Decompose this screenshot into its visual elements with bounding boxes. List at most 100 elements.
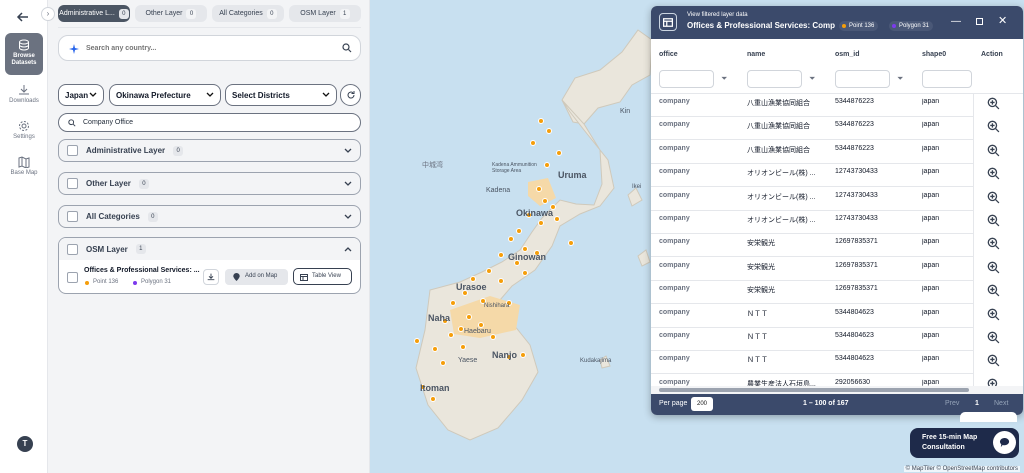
maximize-icon[interactable]	[976, 18, 983, 25]
table-view-button[interactable]: Table View	[293, 268, 352, 285]
zoom-in-icon[interactable]	[987, 378, 1000, 386]
zoom-in-icon[interactable]	[987, 167, 1000, 182]
filter-input-shape0[interactable]	[922, 70, 972, 88]
poi-marker[interactable]	[498, 278, 504, 284]
poi-marker[interactable]	[538, 118, 544, 124]
districts-select[interactable]: Select Districts	[225, 84, 337, 106]
poi-marker[interactable]	[448, 332, 454, 338]
collapse-panel-button[interactable]: ›	[41, 7, 55, 21]
table-row[interactable]: company 八重山漁業協同組合 5344876223 japan	[651, 141, 1000, 164]
poi-marker[interactable]	[530, 140, 536, 146]
zoom-in-icon[interactable]	[987, 284, 1000, 299]
layer-all-categories[interactable]: All Categories 0	[58, 205, 361, 228]
back-arrow-icon[interactable]	[16, 10, 30, 26]
poi-marker[interactable]	[554, 216, 560, 222]
chevron-down-icon[interactable]	[344, 181, 352, 187]
table-row[interactable]: company 安栄観光 12697835371 japan	[651, 234, 1000, 258]
poi-marker[interactable]	[440, 360, 446, 366]
tab-all-categories[interactable]: All Categories 0	[212, 5, 284, 22]
column-header-osm-id[interactable]: osm_id	[835, 51, 860, 58]
rail-browse-datasets[interactable]: Browse Datasets	[5, 33, 43, 75]
layer-checkbox[interactable]	[67, 243, 78, 255]
poi-marker[interactable]	[430, 396, 436, 402]
poi-marker[interactable]	[486, 268, 492, 274]
filter-icon[interactable]: ⏷	[897, 74, 903, 84]
horizontal-scrollbar[interactable]	[651, 386, 1023, 394]
poi-marker[interactable]	[544, 162, 550, 168]
rail-settings[interactable]: Settings	[5, 120, 43, 140]
scrollbar-thumb[interactable]	[659, 388, 969, 392]
table-row[interactable]: company 八重山漁業協同組合 5344876223 japan	[651, 117, 1000, 141]
filter-input-osm-id[interactable]	[835, 70, 890, 88]
table-row[interactable]: company オリオンビール(株) ... 12743730433 japan	[651, 164, 1000, 188]
table-row[interactable]: company 安栄観光 12697835371 japan	[651, 258, 1000, 281]
country-search-box[interactable]	[58, 35, 361, 61]
poi-marker[interactable]	[522, 270, 528, 276]
next-button[interactable]: Next	[994, 400, 1008, 407]
country-search-input[interactable]	[86, 41, 326, 55]
close-icon[interactable]: ✕	[998, 14, 1007, 27]
poi-marker[interactable]	[460, 344, 466, 350]
column-header-name[interactable]: name	[747, 51, 765, 58]
chevron-up-icon[interactable]	[344, 246, 352, 252]
layer-checkbox[interactable]	[67, 178, 78, 189]
zoom-in-icon[interactable]	[987, 261, 1000, 276]
poi-marker[interactable]	[546, 128, 552, 134]
zoom-in-icon[interactable]	[987, 97, 1000, 112]
poi-marker[interactable]	[450, 300, 456, 306]
column-header-shape0[interactable]: shape0	[922, 51, 946, 58]
map-widget-button[interactable]	[960, 412, 1017, 422]
zoom-in-icon[interactable]	[987, 120, 1000, 135]
poi-marker[interactable]	[520, 352, 526, 358]
zoom-in-icon[interactable]	[987, 308, 1000, 323]
zoom-in-icon[interactable]	[987, 214, 1000, 229]
layer-osm[interactable]: OSM Layer 1	[59, 238, 360, 260]
table-row[interactable]: company オリオンビール(株) ... 12743730433 japan	[651, 211, 1000, 234]
minimize-icon[interactable]: —	[951, 16, 961, 27]
table-row[interactable]: company 安栄観光 12697835371 japan	[651, 281, 1000, 305]
zoom-in-icon[interactable]	[987, 354, 1000, 369]
poi-marker[interactable]	[432, 346, 438, 352]
category-search-box[interactable]: Company Office	[58, 113, 361, 132]
table-row[interactable]: company 農業生産法人石垣島... 292056630 japan	[651, 375, 998, 386]
map-attribution[interactable]: © MapTiler © OpenStreetMap contributors	[903, 466, 1020, 472]
rail-downloads[interactable]: Downloads	[5, 84, 43, 104]
poi-marker[interactable]	[568, 240, 574, 246]
poi-marker[interactable]	[556, 150, 562, 156]
column-header-office[interactable]: office	[659, 51, 678, 58]
add-on-map-button[interactable]: Add on Map	[225, 269, 288, 285]
download-layer-button[interactable]	[203, 269, 219, 285]
poi-marker[interactable]	[498, 252, 504, 258]
table-row[interactable]: company 八重山漁業協同組合 5344876223 japan	[651, 94, 1000, 117]
poi-marker[interactable]	[466, 314, 472, 320]
poi-marker[interactable]	[536, 186, 542, 192]
filter-input-name[interactable]	[747, 70, 802, 88]
tab-other-layer[interactable]: Other Layer 0	[135, 5, 207, 22]
poi-marker[interactable]	[542, 198, 548, 204]
search-icon[interactable]	[342, 43, 352, 53]
filter-icon[interactable]: ⏷	[809, 74, 815, 84]
layer-checkbox[interactable]	[67, 211, 78, 222]
tab-osm-layer[interactable]: OSM Layer 1	[289, 5, 361, 22]
zoom-in-icon[interactable]	[987, 237, 1000, 252]
prefecture-select[interactable]: Okinawa Prefecture	[109, 84, 221, 106]
table-row[interactable]: company オリオンビール(株) ... 12743730433 japan	[651, 188, 1000, 211]
poi-marker[interactable]	[508, 236, 514, 242]
chevron-down-icon[interactable]	[344, 214, 352, 220]
poi-marker[interactable]	[414, 338, 420, 344]
zoom-in-icon[interactable]	[987, 331, 1000, 346]
prev-button[interactable]: Prev	[945, 400, 959, 407]
avatar[interactable]: T	[17, 436, 33, 452]
layer-administrative[interactable]: Administrative Layer 0	[58, 139, 361, 162]
filter-icon[interactable]: ⏷	[721, 74, 727, 84]
table-row[interactable]: company ＮＴＴ 5344804623 japan	[651, 328, 1000, 351]
category-search-value[interactable]: Company Office	[83, 119, 133, 126]
consultation-button[interactable]: Free 15-min Map Consultation	[910, 428, 1019, 458]
chevron-down-icon[interactable]	[344, 148, 352, 154]
rail-base-map[interactable]: Base Map	[5, 156, 43, 176]
layer-checkbox[interactable]	[67, 145, 78, 156]
per-page-select[interactable]: 200	[691, 397, 713, 411]
table-row[interactable]: company ＮＴＴ 5344804623 japan	[651, 351, 1000, 375]
osm-item-checkbox[interactable]	[67, 272, 78, 283]
filter-input-office[interactable]	[659, 70, 714, 88]
